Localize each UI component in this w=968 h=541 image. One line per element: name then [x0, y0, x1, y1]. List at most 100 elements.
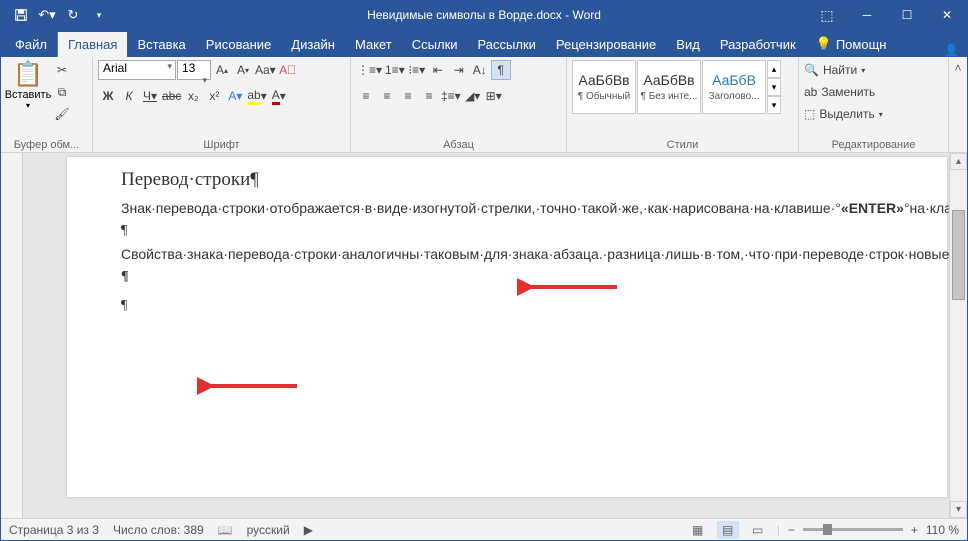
shrink-font-icon[interactable]: A▾ — [233, 60, 253, 80]
grow-font-icon[interactable]: A▴ — [212, 60, 232, 80]
styles-down-icon[interactable]: ▾ — [767, 78, 781, 96]
align-center-icon[interactable]: ≡ — [377, 86, 397, 106]
format-painter-icon[interactable]: 🖌 — [52, 104, 72, 124]
tab-review[interactable]: Рецензирование — [546, 32, 666, 57]
collapse-ribbon-icon[interactable]: ˄ — [954, 61, 961, 75]
redo-icon[interactable]: ↻ — [61, 3, 85, 27]
tab-design[interactable]: Дизайн — [281, 32, 345, 57]
bold-button[interactable]: Ж — [98, 86, 118, 106]
shading-icon[interactable]: ◢▾ — [463, 86, 483, 106]
zoom-out-icon[interactable]: − — [788, 523, 795, 537]
tab-layout[interactable]: Макет — [345, 32, 402, 57]
scroll-thumb[interactable] — [952, 210, 965, 300]
obscured-region — [717, 6, 817, 24]
replace-button[interactable]: abЗаменить — [804, 82, 883, 102]
number-list-icon[interactable]: 1≡▾ — [384, 60, 406, 80]
status-words[interactable]: Число слов: 389 — [113, 523, 204, 537]
subscript-button[interactable]: x₂ — [183, 86, 203, 106]
status-bar: Страница 3 из 3 Число слов: 389 📖 русски… — [1, 518, 967, 540]
zoom-slider[interactable] — [803, 528, 903, 531]
doc-pilcrow-2[interactable]: ¶ — [121, 297, 893, 316]
undo-icon[interactable]: ↶▾ — [35, 3, 59, 27]
tab-file[interactable]: Файл — [5, 32, 58, 57]
zoom-level[interactable]: 110 % — [926, 523, 959, 537]
styles-gallery[interactable]: АаБбВв ¶ Обычный АаБбВв ¶ Без инте... Аа… — [572, 60, 781, 114]
style-normal[interactable]: АаБбВв ¶ Обычный — [572, 60, 636, 114]
tell-me[interactable]: 💡 Помощн — [806, 31, 897, 57]
sort-icon[interactable]: A↓ — [470, 60, 490, 80]
minimize-icon[interactable]: ─ — [847, 1, 887, 29]
doc-para-1[interactable]: Знак·перевода·строки·отображается·в·виде… — [121, 199, 893, 218]
indent-decrease-icon[interactable]: ⇤ — [428, 60, 448, 80]
spellcheck-icon[interactable]: 📖 — [218, 523, 233, 537]
superscript-button[interactable]: x² — [204, 86, 224, 106]
find-button[interactable]: 🔍Найти▾ — [804, 60, 883, 80]
italic-button[interactable]: К — [119, 86, 139, 106]
doc-para-2[interactable]: Свойства·знака·перевода·строки·аналогичн… — [121, 245, 893, 264]
scroll-down-icon[interactable]: ▾ — [950, 501, 967, 518]
annotation-arrow-1 — [517, 277, 627, 297]
select-button[interactable]: ⬚Выделить▾ — [804, 104, 883, 124]
tab-draw[interactable]: Рисование — [196, 32, 281, 57]
vertical-scrollbar[interactable]: ▴ ▾ — [949, 153, 967, 518]
tab-view[interactable]: Вид — [666, 32, 710, 57]
qat-customize-icon[interactable]: ▾ — [87, 3, 111, 27]
save-icon[interactable] — [9, 3, 33, 27]
indent-increase-icon[interactable]: ⇥ — [449, 60, 469, 80]
share-button[interactable]: 👤 — [944, 43, 959, 57]
doc-heading[interactable]: Перевод·строки¶ — [121, 169, 893, 191]
cut-icon[interactable]: ✂ — [52, 60, 72, 80]
text-effects-icon[interactable]: A▾ — [225, 86, 245, 106]
align-justify-icon[interactable]: ≡ — [419, 86, 439, 106]
style-nospacing[interactable]: АаБбВв ¶ Без инте... — [637, 60, 701, 114]
change-case-icon[interactable]: Aa▾ — [254, 60, 277, 80]
show-marks-icon[interactable]: ¶ — [491, 60, 511, 80]
style-heading1[interactable]: АаБбВ Заголово... — [702, 60, 766, 114]
underline-button[interactable]: Ч▾ — [140, 86, 160, 106]
multilevel-list-icon[interactable]: ⁝≡▾ — [407, 60, 427, 80]
tab-insert[interactable]: Вставка — [127, 32, 195, 57]
copy-icon[interactable]: ⧉ — [52, 82, 72, 102]
borders-icon[interactable]: ⊞▾ — [484, 86, 504, 106]
share-icon: 👤 — [944, 43, 959, 57]
styles-more-icon[interactable]: ▾ — [767, 96, 781, 114]
align-right-icon[interactable]: ≡ — [398, 86, 418, 106]
status-page[interactable]: Страница 3 из 3 — [9, 523, 99, 537]
tab-references[interactable]: Ссылки — [402, 32, 468, 57]
scroll-up-icon[interactable]: ▴ — [950, 153, 967, 170]
doc-pilcrow-1[interactable]: ¶ — [121, 268, 893, 287]
macro-icon[interactable]: ▶ — [304, 523, 313, 537]
paste-button[interactable]: 📋 Вставить ▾ — [6, 60, 50, 110]
font-name-select[interactable]: Arial — [98, 60, 176, 80]
vertical-ruler[interactable] — [1, 153, 23, 518]
tab-developer[interactable]: Разработчик — [710, 32, 806, 57]
paste-dropdown-icon[interactable]: ▾ — [26, 101, 30, 110]
title-bar: ↶▾ ↻ ▾ Невидимые символы в Ворде.docx - … — [1, 1, 967, 29]
strike-button[interactable]: abc — [161, 86, 182, 106]
tab-home[interactable]: Главная — [58, 32, 127, 57]
clear-format-icon[interactable]: A⃠ — [278, 60, 298, 80]
maximize-icon[interactable]: ☐ — [887, 1, 927, 29]
status-language[interactable]: русский — [247, 523, 290, 537]
bullet-list-icon[interactable]: ⋮≡▾ — [356, 60, 383, 80]
scroll-track[interactable] — [950, 170, 967, 501]
tab-mailings[interactable]: Рассылки — [468, 32, 546, 57]
group-paragraph-label: Абзац — [356, 137, 561, 151]
highlight-icon[interactable]: ab▾ — [246, 86, 267, 106]
line-spacing-icon[interactable]: ‡≡▾ — [440, 86, 462, 106]
document-page[interactable]: Перевод·строки¶ Знак·перевода·строки·ото… — [67, 157, 947, 497]
style-sample: АаБбВв — [578, 72, 629, 88]
tell-me-label: Помощн — [836, 37, 887, 52]
group-clipboard-label: Буфер обм... — [6, 137, 87, 151]
zoom-in-icon[interactable]: + — [911, 523, 918, 537]
view-web-icon[interactable]: ▭ — [747, 521, 769, 539]
view-print-icon[interactable]: ▤ — [717, 521, 739, 539]
align-left-icon[interactable]: ≡ — [356, 86, 376, 106]
styles-up-icon[interactable]: ▴ — [767, 60, 781, 78]
font-size-select[interactable]: 13 — [177, 60, 211, 80]
doc-empty-para[interactable]: ¶ — [121, 222, 893, 241]
font-color-icon[interactable]: A▾ — [269, 86, 289, 106]
view-read-icon[interactable]: ▦ — [687, 521, 709, 539]
page-scroll[interactable]: Перевод·строки¶ Знак·перевода·строки·ото… — [23, 153, 967, 518]
close-icon[interactable]: ✕ — [927, 1, 967, 29]
